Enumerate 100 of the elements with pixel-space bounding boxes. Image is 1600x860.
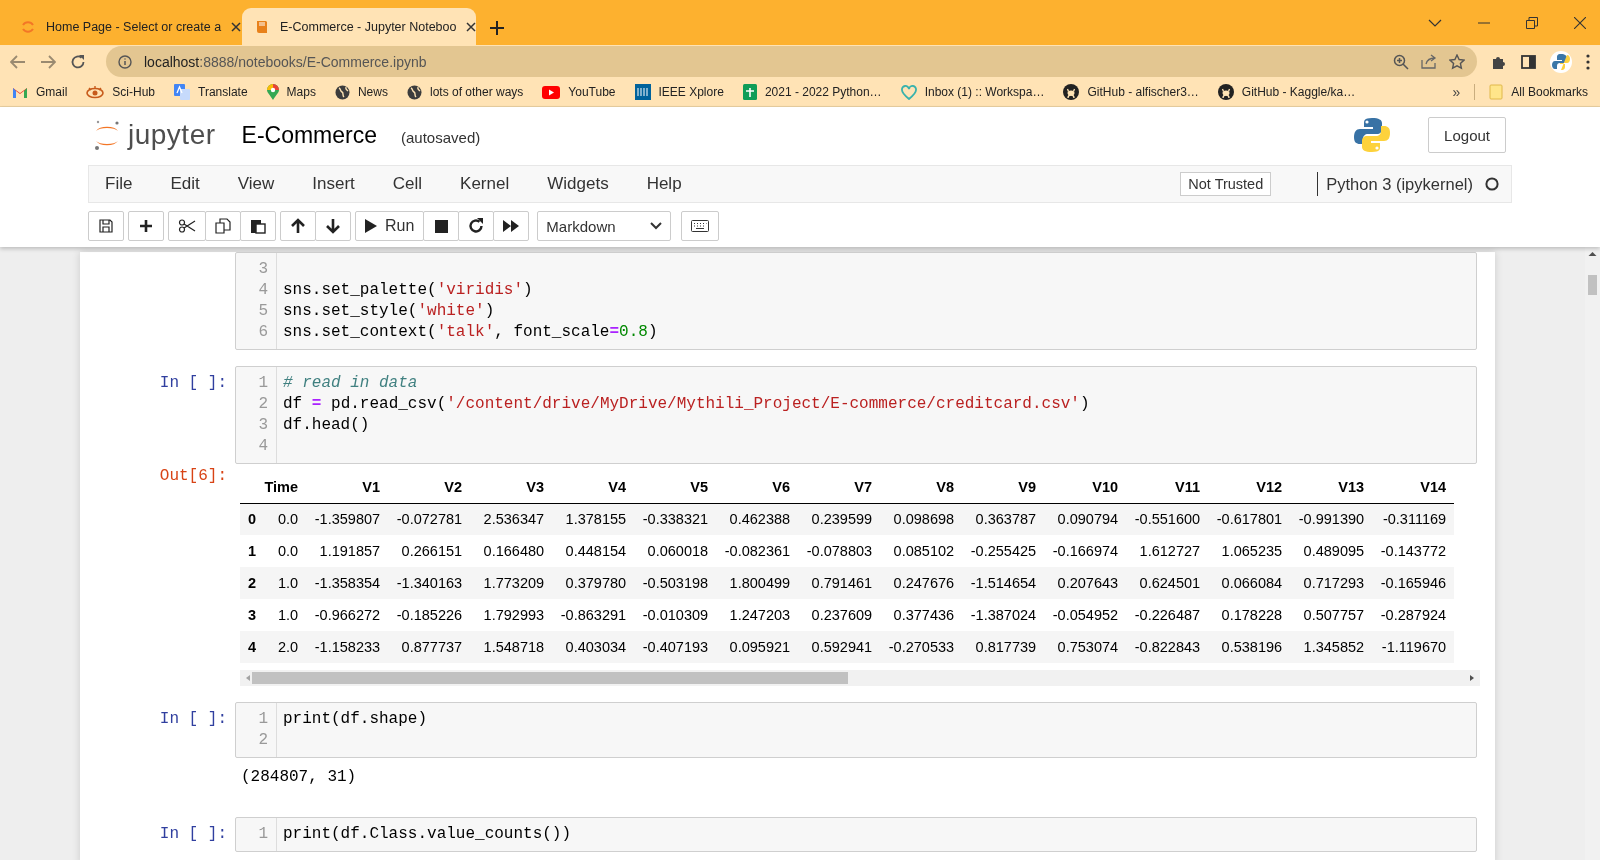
table-cell: -1.358354 <box>306 567 389 599</box>
star-icon[interactable] <box>1449 53 1465 70</box>
table-cell: 0.489095 <box>1290 535 1373 567</box>
code-cell-input[interactable]: 1 print(df.shape) 2 <box>235 702 1477 758</box>
bookmark-link[interactable]: Gmail <box>12 85 68 99</box>
row-index: 0 <box>240 503 265 535</box>
horizontal-scrollbar[interactable] <box>240 670 1480 686</box>
table-cell: 0.207643 <box>1044 567 1127 599</box>
run-button[interactable]: Run <box>355 211 425 241</box>
bookmark-link[interactable]: GitHub - alfischer3… <box>1063 84 1199 100</box>
bookmark-link[interactable]: Sci-Hub <box>86 85 156 99</box>
menu-item[interactable]: Widgets <box>547 174 609 194</box>
move-down-button[interactable] <box>315 211 351 241</box>
browser-tab[interactable]: Home Page - Select or create a <box>8 8 242 45</box>
close-icon[interactable] <box>231 21 242 32</box>
code-line: df.head() <box>283 415 370 436</box>
copy-button[interactable] <box>205 211 241 241</box>
table-cell: -0.165946 <box>1372 567 1455 599</box>
line-number: 4 <box>257 436 268 457</box>
browser-tab[interactable]: E-Commerce - Jupyter Noteboo <box>242 8 476 45</box>
bookmark-link[interactable]: News <box>334 84 388 100</box>
bookmark-link[interactable]: GitHub - Kaggle/ka… <box>1217 84 1356 100</box>
table-cell: 0.266151 <box>388 535 471 567</box>
table-cell: -0.078803 <box>798 535 881 567</box>
code-line: sns.set_context('talk', font_scale=0.8) <box>283 322 658 343</box>
cell-type-dropdown[interactable]: Markdown <box>537 211 672 241</box>
code-cell-input[interactable]: 1 print(df.Class.value_counts()) <box>235 817 1477 852</box>
column-header: V9 <box>962 472 1045 503</box>
line-number: 4 <box>257 280 268 301</box>
bookmark-link[interactable]: Translate <box>174 84 248 100</box>
zoom-icon[interactable] <box>1393 53 1409 70</box>
heart-icon <box>900 84 917 100</box>
table-cell: 0.0 <box>264 503 307 535</box>
reload-icon[interactable] <box>70 53 86 70</box>
table-cell: -0.054952 <box>1044 599 1127 631</box>
bookmark-link[interactable]: All Bookmarks <box>1489 84 1588 100</box>
stop-button[interactable] <box>423 211 460 241</box>
table-cell: -0.617801 <box>1208 503 1291 535</box>
bookmark-link[interactable]: YouTube <box>542 85 616 99</box>
bookmark-link[interactable]: 2021 - 2022 Python… <box>742 84 882 100</box>
info-icon <box>118 54 132 69</box>
table-cell: 0.178228 <box>1208 599 1291 631</box>
code-line: df = pd.read_csv('/content/drive/MyDrive/Mythili_Project/E-commerce/creditcard.csv') <box>283 394 1090 415</box>
code-cell-input[interactable]: 3 4 sns.set_palette('viridis') 5 sns.set_style('white') 6 sns.set_context('talk', font_scale=0.8) <box>235 252 1477 350</box>
table-cell: 0.098698 <box>880 503 963 535</box>
table-cell: -0.863291 <box>552 599 635 631</box>
cut-button[interactable] <box>168 211 206 241</box>
table-cell: 0.592941 <box>798 631 881 663</box>
move-up-button[interactable] <box>280 211 316 241</box>
plus-icon[interactable] <box>490 21 504 35</box>
table-cell: 1.191857 <box>306 535 389 567</box>
table-cell: 0.247676 <box>880 567 963 599</box>
kebab-menu-icon[interactable] <box>1586 53 1590 70</box>
book-icon <box>254 18 270 35</box>
bookmark-link[interactable]: IEEE Xplore <box>634 84 724 100</box>
menu-item[interactable]: Cell <box>392 174 423 194</box>
table-cell: -1.514654 <box>962 567 1045 599</box>
address-bar[interactable]: localhost:8888/notebooks/E-Commerce.ipynb <box>106 46 1477 77</box>
code-cell-input[interactable]: 1 # read in data 2 df = pd.read_csv('/content/drive/MyDrive/Mythili_Project/E-commerce/creditcard.csv') 3 df.head() 4 <box>235 366 1477 464</box>
logout-button[interactable]: Logout <box>1428 117 1506 153</box>
side-panel-icon[interactable] <box>1521 54 1536 69</box>
menu-item[interactable]: Edit <box>170 174 200 194</box>
menu-item[interactable]: File <box>105 174 133 194</box>
table-cell: -0.503198 <box>634 567 717 599</box>
line-number: 3 <box>257 415 268 436</box>
column-header: V12 <box>1208 472 1291 503</box>
table-cell: 0.363787 <box>962 503 1045 535</box>
paste-button[interactable] <box>240 211 276 241</box>
notebook-name[interactable]: E-Commerce <box>241 121 377 149</box>
more-bookmarks-button[interactable]: » <box>1452 84 1461 100</box>
bookmark-link[interactable]: Inbox (1) :: Workspa… <box>900 84 1045 100</box>
share-icon[interactable] <box>1421 54 1437 69</box>
save-icon <box>99 219 113 233</box>
keyboard-button[interactable] <box>681 211 720 241</box>
restart-button[interactable] <box>458 211 495 241</box>
profile-avatar-icon[interactable] <box>1550 50 1572 73</box>
line-number: 1 <box>257 373 268 394</box>
save-button[interactable] <box>88 211 124 241</box>
chevron-down-icon[interactable] <box>1428 18 1442 27</box>
bookmark-link[interactable]: Maps <box>266 84 316 100</box>
forward-arrow-icon[interactable] <box>40 54 56 69</box>
logo-icon <box>1354 117 1391 153</box>
menu-item[interactable]: Kernel <box>460 174 510 194</box>
menu-item[interactable]: Insert <box>312 174 355 194</box>
back-arrow-icon[interactable] <box>10 54 26 69</box>
menu-item[interactable]: Help <box>646 174 682 194</box>
run-all-button[interactable] <box>493 211 530 241</box>
table-cell: 0.791461 <box>798 567 881 599</box>
table-cell: 0.237609 <box>798 599 881 631</box>
table-cell: 0.060018 <box>634 535 717 567</box>
menu-item[interactable]: View <box>237 174 275 194</box>
close-icon[interactable] <box>1574 16 1586 29</box>
restore-icon[interactable] <box>1526 16 1538 29</box>
close-icon[interactable] <box>466 21 477 32</box>
translate-icon <box>174 84 191 100</box>
kernel-name[interactable]: Python 3 (ipykernel) <box>1326 174 1473 194</box>
bookmark-link[interactable]: lots of other ways <box>406 84 524 100</box>
trust-indicator[interactable]: Not Trusted <box>1180 172 1272 196</box>
restart-icon <box>468 218 485 234</box>
insert-cell-button[interactable] <box>128 211 164 241</box>
